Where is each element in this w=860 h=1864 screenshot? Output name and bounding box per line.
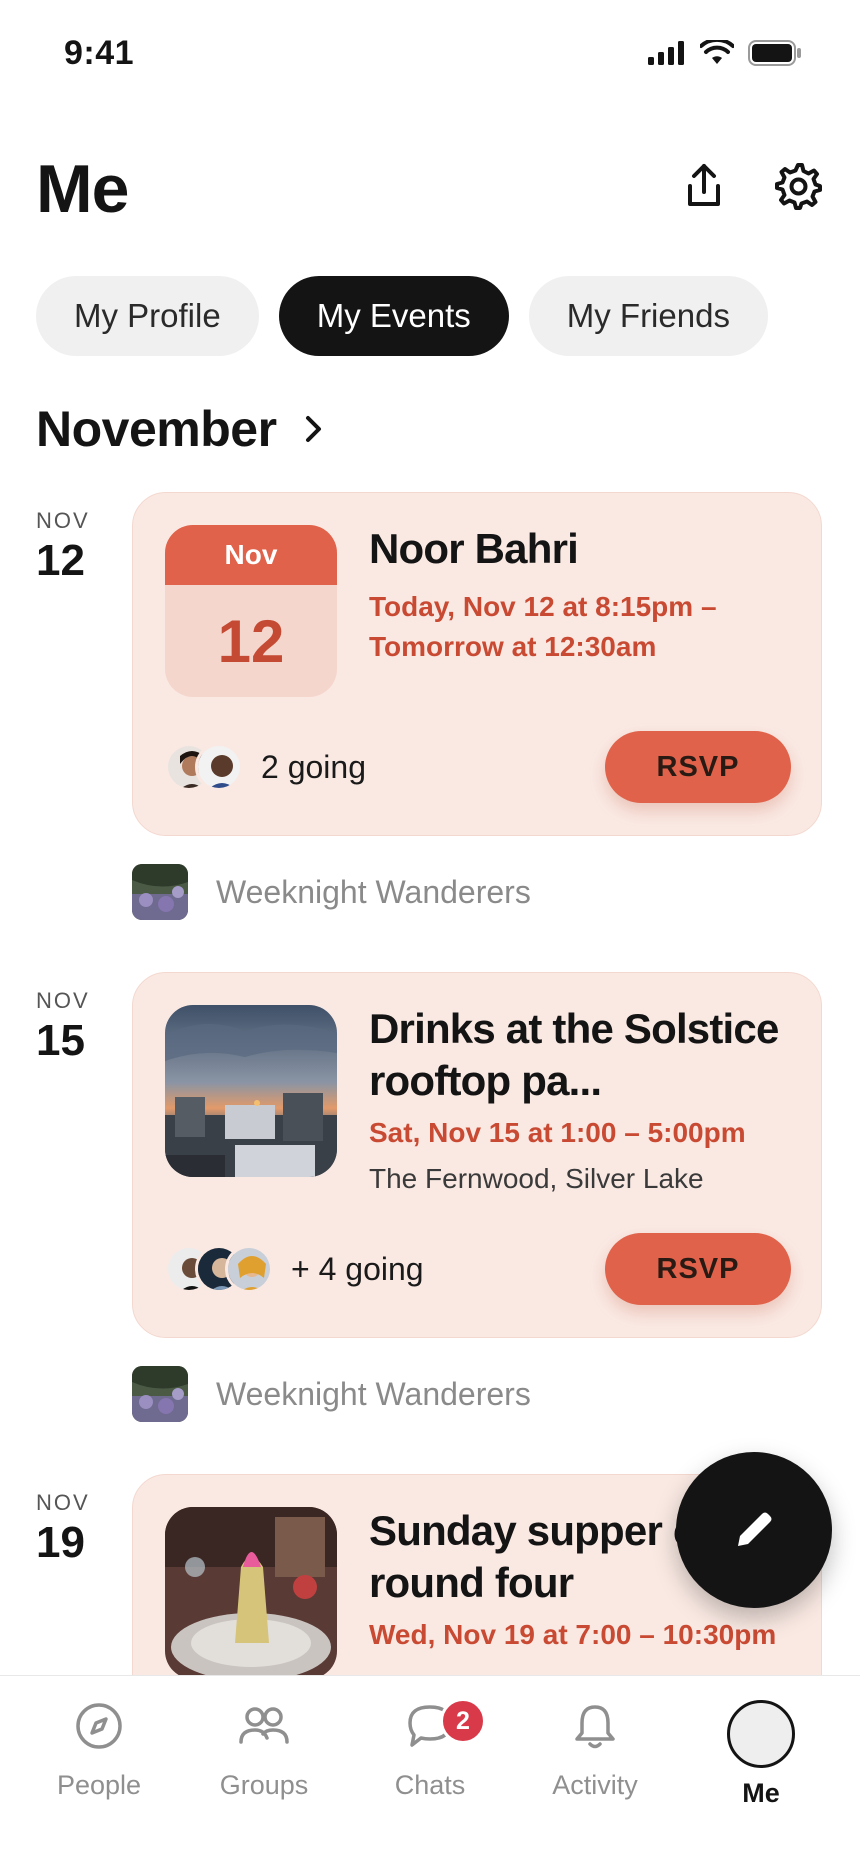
event-title: Noor Bahri (369, 525, 579, 572)
event-card[interactable]: Drinks at the Solstice rooftop pa... Sat… (132, 972, 822, 1338)
tab-chats[interactable]: 2 Chats (360, 1696, 500, 1801)
tab-label: Activity (552, 1770, 638, 1800)
attendees[interactable]: 2 going (165, 743, 366, 791)
bottom-tab-bar: People Groups 2 Chats Activity Me (0, 1675, 860, 1864)
going-count: + 4 going (291, 1250, 424, 1287)
calendar-thumb-day: 12 (217, 607, 285, 675)
wifi-icon (700, 40, 734, 64)
rsvp-button[interactable]: RSVP (605, 731, 791, 803)
segment-tabs: My Profile My Events My Friends (36, 276, 768, 356)
group-name: Weeknight Wanderers (216, 1375, 531, 1412)
group-image (132, 864, 188, 920)
tab-label: Groups (219, 1770, 309, 1800)
tab-activity[interactable]: Activity (525, 1696, 665, 1801)
status-bar: 9:41 (0, 0, 860, 110)
tab-people[interactable]: People (29, 1696, 169, 1801)
compass-icon (76, 1703, 122, 1749)
tab-my-profile[interactable]: My Profile (36, 276, 259, 356)
tab-my-events[interactable]: My Events (278, 276, 509, 356)
chevron-right-icon (305, 416, 321, 442)
signal-icon (648, 41, 684, 65)
event-date-day: 15 (36, 1016, 85, 1065)
event-date-day: 12 (36, 536, 85, 585)
event-date: NOV 15 (36, 988, 126, 1066)
tab-label: Chats (394, 1770, 466, 1800)
event-time: Today, Nov 12 at 8:15pm – Tomorrow at 12… (369, 591, 717, 662)
avatar (195, 743, 243, 791)
share-icon (688, 164, 720, 206)
rsvp-button[interactable]: RSVP (605, 1233, 791, 1305)
avatar (225, 1245, 273, 1293)
going-count: 2 going (261, 748, 366, 785)
share-button[interactable] (676, 158, 732, 214)
event-photo (165, 1005, 337, 1177)
event-location: The Fernwood, Silver Lake (369, 1163, 704, 1194)
tab-label: Me (742, 1778, 780, 1808)
status-icons (648, 40, 802, 66)
event-photo (165, 1507, 337, 1675)
avatar (727, 1700, 795, 1768)
event-date-month: NOV (36, 508, 90, 533)
group-image (132, 1366, 188, 1422)
month-title: November (36, 401, 277, 457)
gear-icon (775, 163, 822, 210)
tab-label: People (56, 1770, 142, 1800)
event-date: NOV 19 (36, 1490, 126, 1568)
event-time: Wed, Nov 19 at 7:00 – 10:30pm (369, 1619, 777, 1650)
attendees[interactable]: + 4 going (165, 1245, 424, 1293)
event-group[interactable]: Weeknight Wanderers (132, 1366, 531, 1422)
event-date-day: 19 (36, 1518, 85, 1567)
event-group[interactable]: Weeknight Wanderers (132, 864, 531, 920)
calendar-thumb-month: Nov (165, 525, 337, 585)
compose-button[interactable] (676, 1452, 832, 1608)
page-title: Me (36, 151, 129, 227)
event-date-month: NOV (36, 988, 90, 1013)
settings-button[interactable] (770, 158, 826, 214)
tab-my-friends[interactable]: My Friends (528, 276, 768, 356)
tab-me[interactable]: Me (691, 1700, 831, 1809)
page-header: Me (36, 150, 824, 230)
pencil-icon (738, 1512, 772, 1546)
event-card[interactable]: Nov 12 Noor Bahri Today, Nov 12 at 8:15p… (132, 492, 822, 836)
bell-icon (575, 1705, 615, 1749)
event-date-month: NOV (36, 1490, 90, 1515)
status-time: 9:41 (64, 34, 135, 72)
tab-groups[interactable]: Groups (194, 1696, 334, 1801)
month-selector[interactable]: November (36, 400, 325, 458)
groups-icon (239, 1707, 289, 1744)
event-time: Sat, Nov 15 at 1:00 – 5:00pm (369, 1117, 746, 1148)
battery-icon (748, 40, 801, 66)
event-date: NOV 12 (36, 508, 126, 586)
unread-badge: 2 (440, 1698, 486, 1744)
calendar-thumbnail: Nov 12 (165, 525, 337, 697)
group-name: Weeknight Wanderers (216, 873, 531, 910)
event-title: Drinks at the Solstice rooftop pa... (369, 1005, 779, 1104)
